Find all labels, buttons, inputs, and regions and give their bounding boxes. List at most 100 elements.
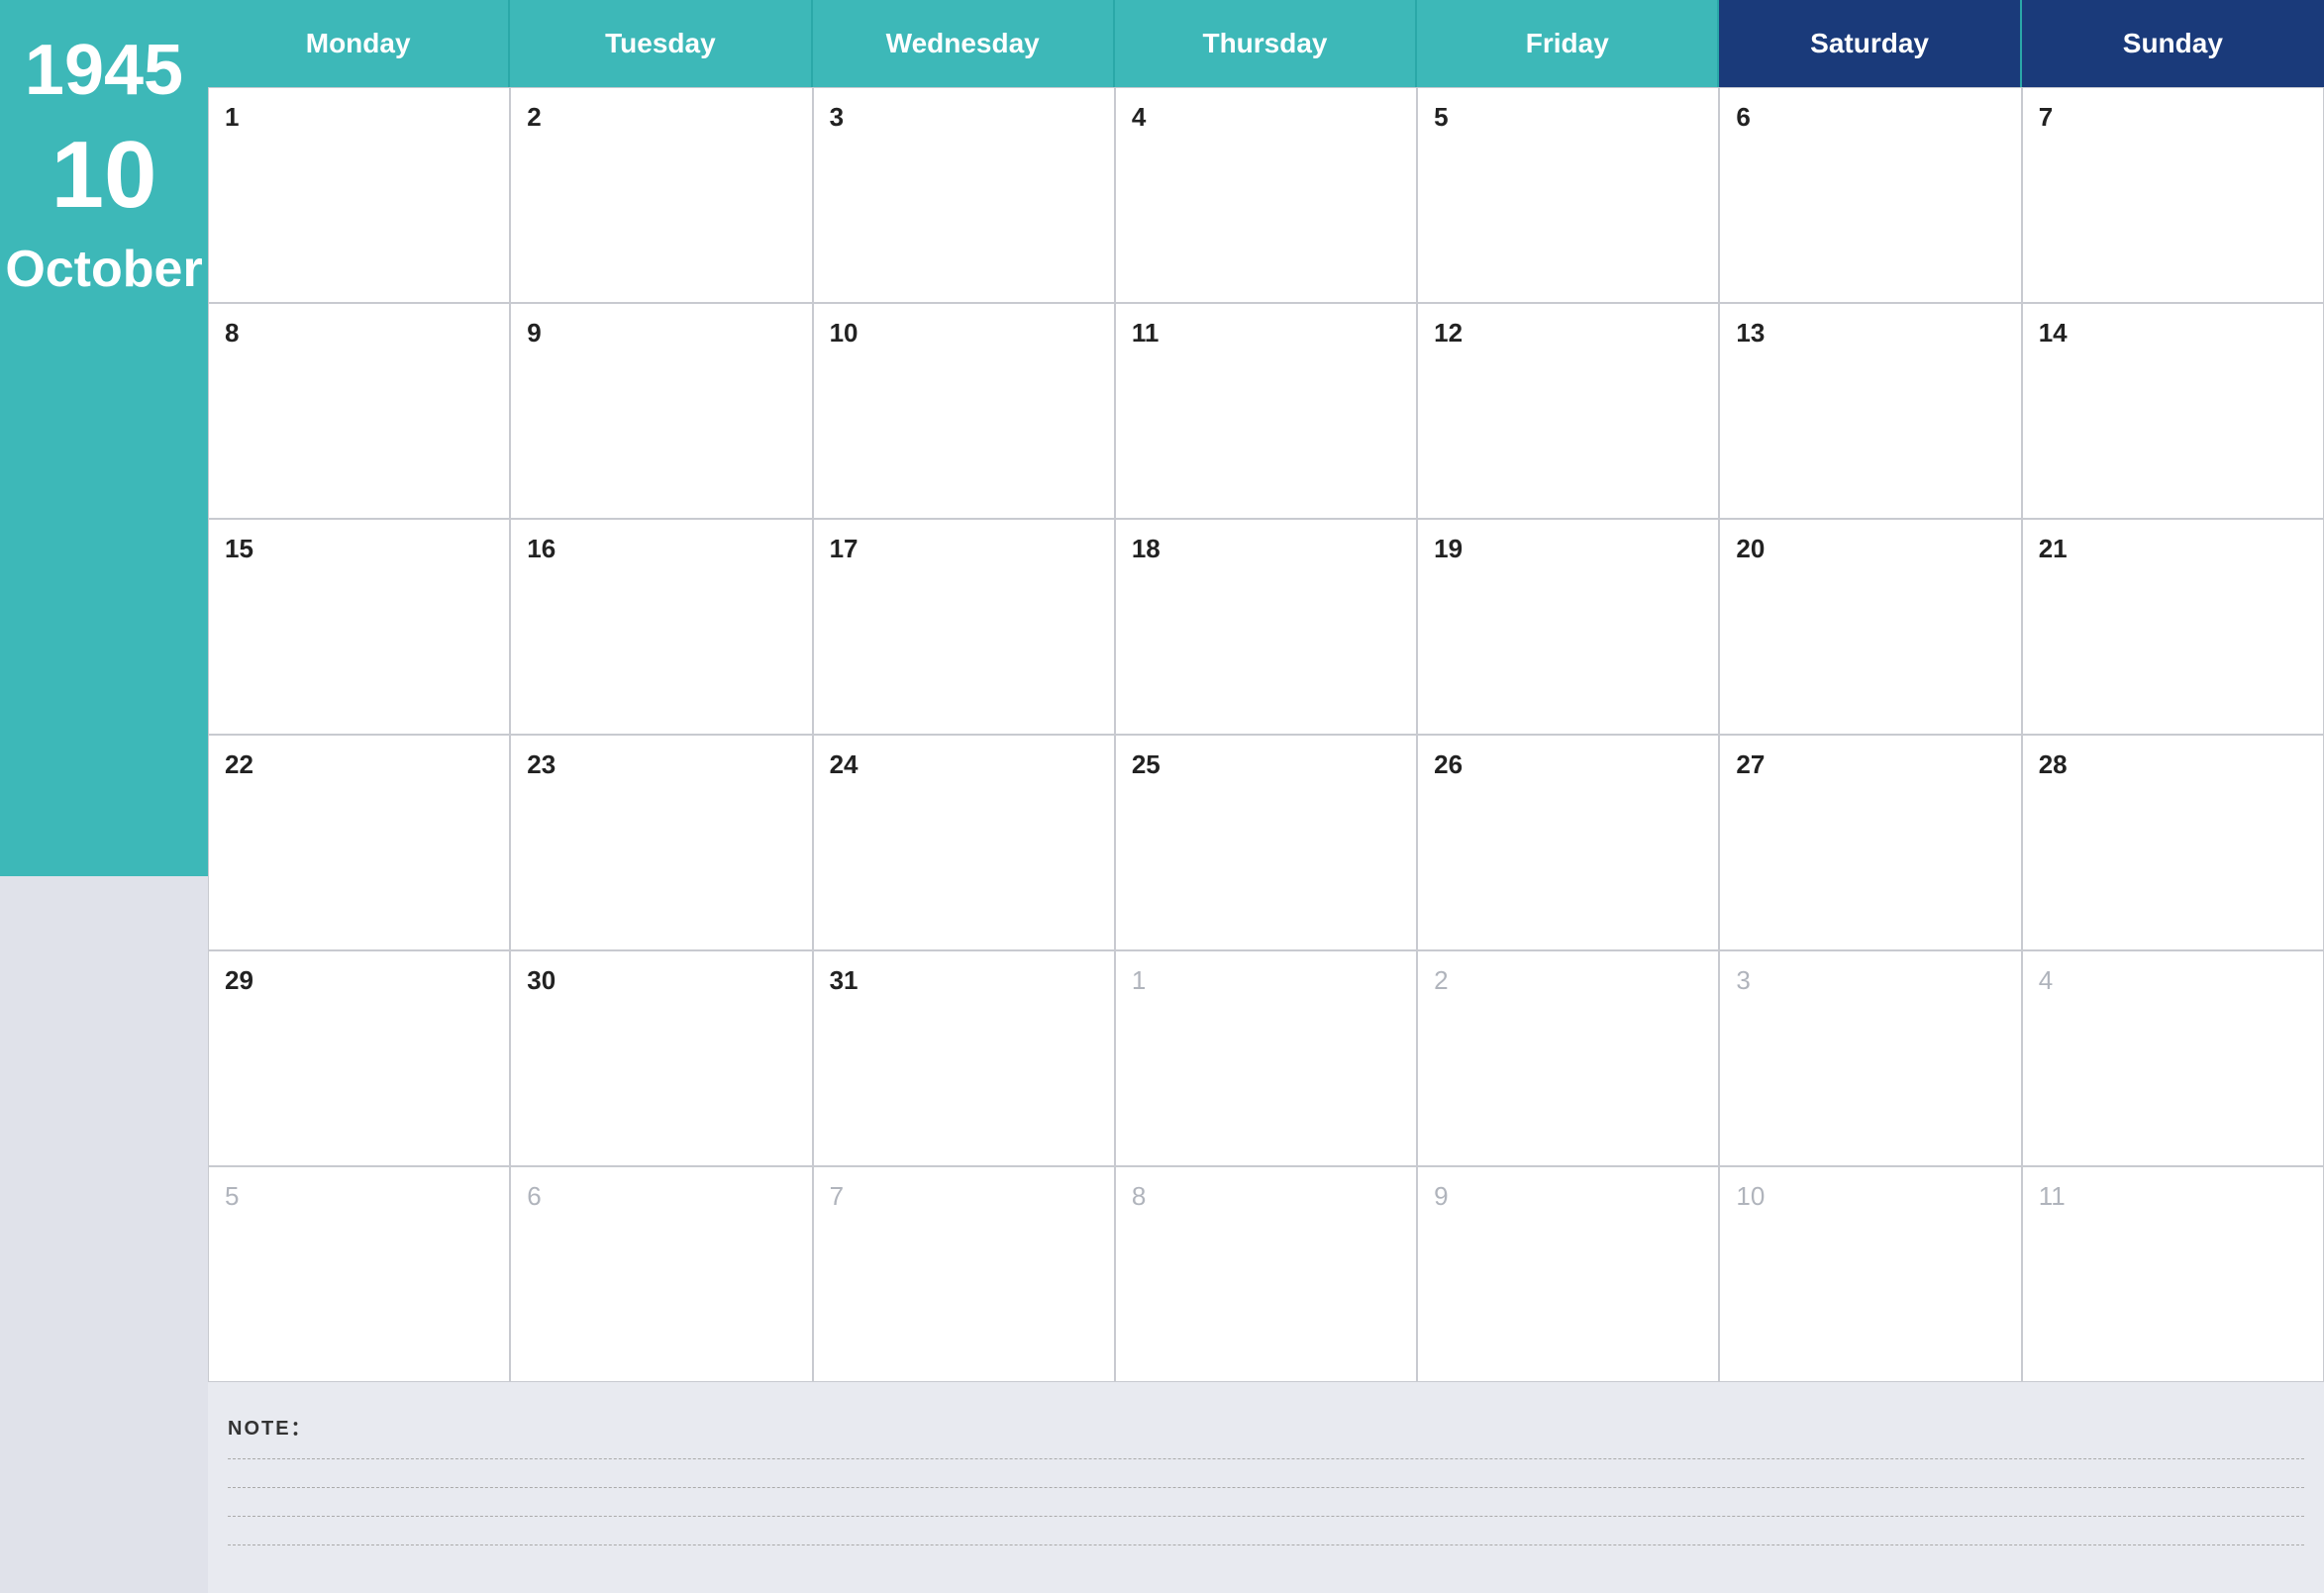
calendar-cell[interactable]: 17 xyxy=(813,519,1115,735)
date-number: 1 xyxy=(1132,965,1146,995)
note-line-2 xyxy=(228,1487,2304,1488)
date-number: 3 xyxy=(830,102,844,132)
calendar-cell[interactable]: 19 xyxy=(1417,519,1719,735)
date-number: 5 xyxy=(1434,102,1448,132)
date-number: 19 xyxy=(1434,534,1463,563)
calendar-cell[interactable]: 28 xyxy=(2022,735,2324,950)
date-number: 5 xyxy=(225,1181,239,1211)
calendar-cell[interactable]: 12 xyxy=(1417,303,1719,519)
calendar-cell[interactable]: 22 xyxy=(208,735,510,950)
calendar-cell[interactable]: 9 xyxy=(510,303,812,519)
date-number: 8 xyxy=(225,318,239,348)
sidebar: 1945 10 October xyxy=(0,0,208,1593)
calendar-cell[interactable]: 15 xyxy=(208,519,510,735)
date-number: 6 xyxy=(1736,102,1750,132)
calendar-cell[interactable]: 8 xyxy=(208,303,510,519)
date-number: 18 xyxy=(1132,534,1161,563)
date-number: 30 xyxy=(527,965,556,995)
date-number: 28 xyxy=(2039,749,2068,779)
header-thursday: Thursday xyxy=(1115,0,1417,87)
calendar-cell[interactable]: 2 xyxy=(1417,950,1719,1166)
date-number: 15 xyxy=(225,534,253,563)
calendar-cell[interactable]: 20 xyxy=(1719,519,2021,735)
note-line-3 xyxy=(228,1516,2304,1517)
calendar-cell[interactable]: 16 xyxy=(510,519,812,735)
date-number: 4 xyxy=(2039,965,2053,995)
calendar-cell[interactable]: 30 xyxy=(510,950,812,1166)
date-number: 7 xyxy=(830,1181,844,1211)
calendar-cell[interactable]: 6 xyxy=(510,1166,812,1382)
calendar-cell[interactable]: 21 xyxy=(2022,519,2324,735)
calendar-cell[interactable]: 4 xyxy=(2022,950,2324,1166)
date-number: 4 xyxy=(1132,102,1146,132)
calendar-cell[interactable]: 1 xyxy=(1115,950,1417,1166)
date-number: 2 xyxy=(1434,965,1448,995)
calendar-cell[interactable]: 6 xyxy=(1719,87,2021,303)
calendar-cell[interactable]: 5 xyxy=(208,1166,510,1382)
calendar-cell[interactable]: 27 xyxy=(1719,735,2021,950)
header-tuesday: Tuesday xyxy=(510,0,812,87)
date-number: 21 xyxy=(2039,534,2068,563)
header-monday: Monday xyxy=(208,0,510,87)
calendar-grid: 1234567891011121314151617181920212223242… xyxy=(208,87,2324,1382)
days-header: Monday Tuesday Wednesday Thursday Friday… xyxy=(208,0,2324,87)
date-number: 2 xyxy=(527,102,541,132)
calendar-cell[interactable]: 31 xyxy=(813,950,1115,1166)
header-friday: Friday xyxy=(1417,0,1719,87)
date-number: 24 xyxy=(830,749,859,779)
date-number: 23 xyxy=(527,749,556,779)
calendar-cell[interactable]: 11 xyxy=(1115,303,1417,519)
calendar-cell[interactable]: 3 xyxy=(813,87,1115,303)
sidebar-day: 10 xyxy=(51,121,157,230)
calendar-cell[interactable]: 8 xyxy=(1115,1166,1417,1382)
header-wednesday: Wednesday xyxy=(813,0,1115,87)
date-number: 7 xyxy=(2039,102,2053,132)
calendar-container: 1945 10 October Monday Tuesday Wednesday… xyxy=(0,0,2324,1593)
calendar-cell[interactable]: 10 xyxy=(813,303,1115,519)
main-content: Monday Tuesday Wednesday Thursday Friday… xyxy=(208,0,2324,1593)
calendar-cell[interactable]: 26 xyxy=(1417,735,1719,950)
calendar-cell[interactable]: 18 xyxy=(1115,519,1417,735)
date-number: 25 xyxy=(1132,749,1161,779)
calendar-cell[interactable]: 4 xyxy=(1115,87,1417,303)
date-number: 17 xyxy=(830,534,859,563)
calendar-cell[interactable]: 24 xyxy=(813,735,1115,950)
date-number: 9 xyxy=(527,318,541,348)
date-number: 20 xyxy=(1736,534,1765,563)
calendar-cell[interactable]: 29 xyxy=(208,950,510,1166)
date-number: 9 xyxy=(1434,1181,1448,1211)
calendar-cell[interactable]: 9 xyxy=(1417,1166,1719,1382)
date-number: 3 xyxy=(1736,965,1750,995)
calendar-cell[interactable]: 13 xyxy=(1719,303,2021,519)
date-number: 27 xyxy=(1736,749,1765,779)
calendar-cell[interactable]: 23 xyxy=(510,735,812,950)
date-number: 16 xyxy=(527,534,556,563)
header-saturday: Saturday xyxy=(1719,0,2021,87)
note-line-4 xyxy=(228,1544,2304,1545)
header-sunday: Sunday xyxy=(2022,0,2324,87)
date-number: 10 xyxy=(1736,1181,1765,1211)
calendar-cell[interactable]: 14 xyxy=(2022,303,2324,519)
date-number: 13 xyxy=(1736,318,1765,348)
date-number: 31 xyxy=(830,965,859,995)
calendar-cell[interactable]: 7 xyxy=(813,1166,1115,1382)
sidebar-year: 1945 xyxy=(25,30,183,111)
calendar-cell[interactable]: 7 xyxy=(2022,87,2324,303)
date-number: 26 xyxy=(1434,749,1463,779)
date-number: 29 xyxy=(225,965,253,995)
calendar-cell[interactable]: 1 xyxy=(208,87,510,303)
date-number: 22 xyxy=(225,749,253,779)
calendar-cell[interactable]: 10 xyxy=(1719,1166,2021,1382)
calendar-cell[interactable]: 25 xyxy=(1115,735,1417,950)
calendar-cell[interactable]: 3 xyxy=(1719,950,2021,1166)
calendar-cell[interactable]: 2 xyxy=(510,87,812,303)
date-number: 11 xyxy=(1132,318,1160,348)
sidebar-month: October xyxy=(5,240,202,299)
date-number: 14 xyxy=(2039,318,2068,348)
calendar-cell[interactable]: 11 xyxy=(2022,1166,2324,1382)
date-number: 11 xyxy=(2039,1181,2066,1211)
date-number: 8 xyxy=(1132,1181,1146,1211)
date-number: 12 xyxy=(1434,318,1463,348)
note-line-1 xyxy=(228,1458,2304,1459)
calendar-cell[interactable]: 5 xyxy=(1417,87,1719,303)
